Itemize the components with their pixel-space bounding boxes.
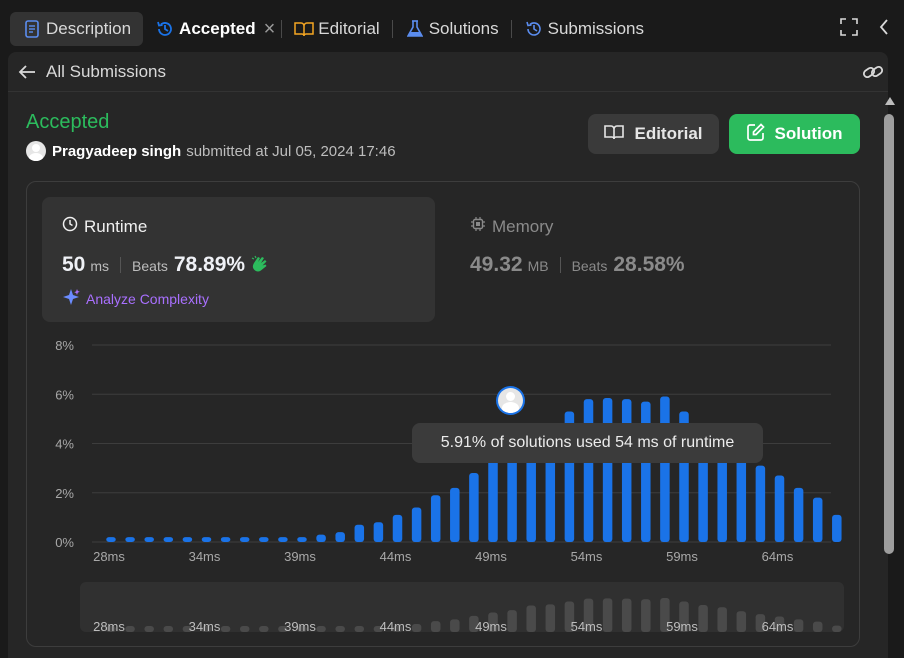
- overview-bar: [793, 619, 804, 632]
- bar: [430, 495, 441, 542]
- bar: [201, 537, 212, 542]
- chart-tooltip: 5.91% of solutions used 54 ms of runtime: [412, 423, 763, 463]
- avatar: [498, 388, 523, 413]
- bar: [182, 537, 193, 542]
- overview-bar: [259, 626, 269, 632]
- overview-bar: [316, 626, 326, 632]
- overview-bar: [430, 621, 441, 632]
- overview-bar: [507, 610, 517, 632]
- bar: [411, 507, 422, 542]
- overview-bar: [621, 598, 632, 632]
- overview-tick-label: 59ms: [666, 619, 698, 634]
- scroll-up-arrow[interactable]: [885, 97, 895, 105]
- overview-bar: [450, 619, 460, 632]
- overview-tick-label: 54ms: [571, 619, 603, 634]
- bar: [583, 399, 594, 542]
- overview-bar: [411, 623, 422, 632]
- overview-bar: [832, 625, 842, 632]
- overview-bar: [641, 599, 651, 632]
- x-tick-label: 49ms: [475, 549, 507, 564]
- overview-bar: [545, 604, 556, 632]
- bar: [793, 487, 804, 542]
- overview-bar: [602, 598, 613, 632]
- overview-bar: [812, 621, 823, 632]
- runtime-distribution-chart[interactable]: 0% 2% 4% 6% 8% 28ms 34ms 39ms 44ms 49ms 54ms 59ms 64…: [0, 0, 904, 658]
- bar: [755, 465, 766, 542]
- y-tick-label: 0%: [55, 535, 74, 550]
- bar: [278, 537, 288, 542]
- overview-tick-label: 34ms: [189, 619, 221, 634]
- bar: [488, 458, 498, 542]
- overview-tick-label: 64ms: [762, 619, 794, 634]
- overview-bar: [354, 626, 365, 632]
- bar: [220, 537, 231, 542]
- bar: [832, 514, 842, 542]
- overview-bar: [220, 626, 231, 632]
- bar: [450, 487, 460, 542]
- overview-tick-label: 39ms: [284, 619, 316, 634]
- overview-bar: [717, 607, 727, 632]
- bar: [354, 524, 365, 542]
- bar: [239, 537, 250, 542]
- bar: [316, 534, 326, 542]
- bar: [163, 537, 174, 542]
- bar: [660, 396, 670, 542]
- overview-bar: [736, 611, 747, 632]
- overview-bar: [144, 626, 154, 632]
- overview-tick-label: 44ms: [380, 619, 412, 634]
- x-tick-label: 64ms: [762, 549, 794, 564]
- bar: [125, 537, 135, 542]
- y-tick-label: 8%: [55, 338, 74, 353]
- y-tick-label: 2%: [55, 486, 74, 501]
- my-submission-marker: [496, 386, 525, 415]
- x-tick-label: 28ms: [93, 549, 125, 564]
- x-tick-label: 59ms: [666, 549, 698, 564]
- bar: [602, 397, 613, 542]
- x-tick-label: 44ms: [380, 549, 412, 564]
- bar: [297, 537, 307, 542]
- overview-bar: [163, 626, 174, 632]
- x-tick-label: 54ms: [571, 549, 603, 564]
- bar: [469, 473, 479, 542]
- bar: [812, 497, 823, 542]
- bar: [774, 475, 785, 542]
- overview-bar: [698, 604, 708, 632]
- overview-tick-label: 28ms: [93, 619, 125, 634]
- y-tick-label: 6%: [55, 387, 74, 402]
- x-tick-label: 39ms: [284, 549, 316, 564]
- bar: [106, 537, 116, 542]
- overview-bar: [239, 626, 250, 632]
- bar: [392, 514, 403, 542]
- x-tick-label: 34ms: [189, 549, 221, 564]
- overview-tick-label: 49ms: [475, 619, 507, 634]
- bar: [259, 537, 269, 542]
- y-tick-label: 4%: [55, 437, 74, 452]
- bar: [736, 453, 747, 542]
- overview-bar: [335, 626, 345, 632]
- overview-bar: [526, 605, 536, 632]
- vertical-scrollbar[interactable]: [882, 92, 896, 658]
- overview-bar: [125, 626, 135, 632]
- scroll-thumb[interactable]: [884, 114, 894, 554]
- bar: [335, 532, 345, 542]
- bar: [621, 399, 632, 542]
- bar: [373, 522, 384, 542]
- bar: [144, 537, 154, 542]
